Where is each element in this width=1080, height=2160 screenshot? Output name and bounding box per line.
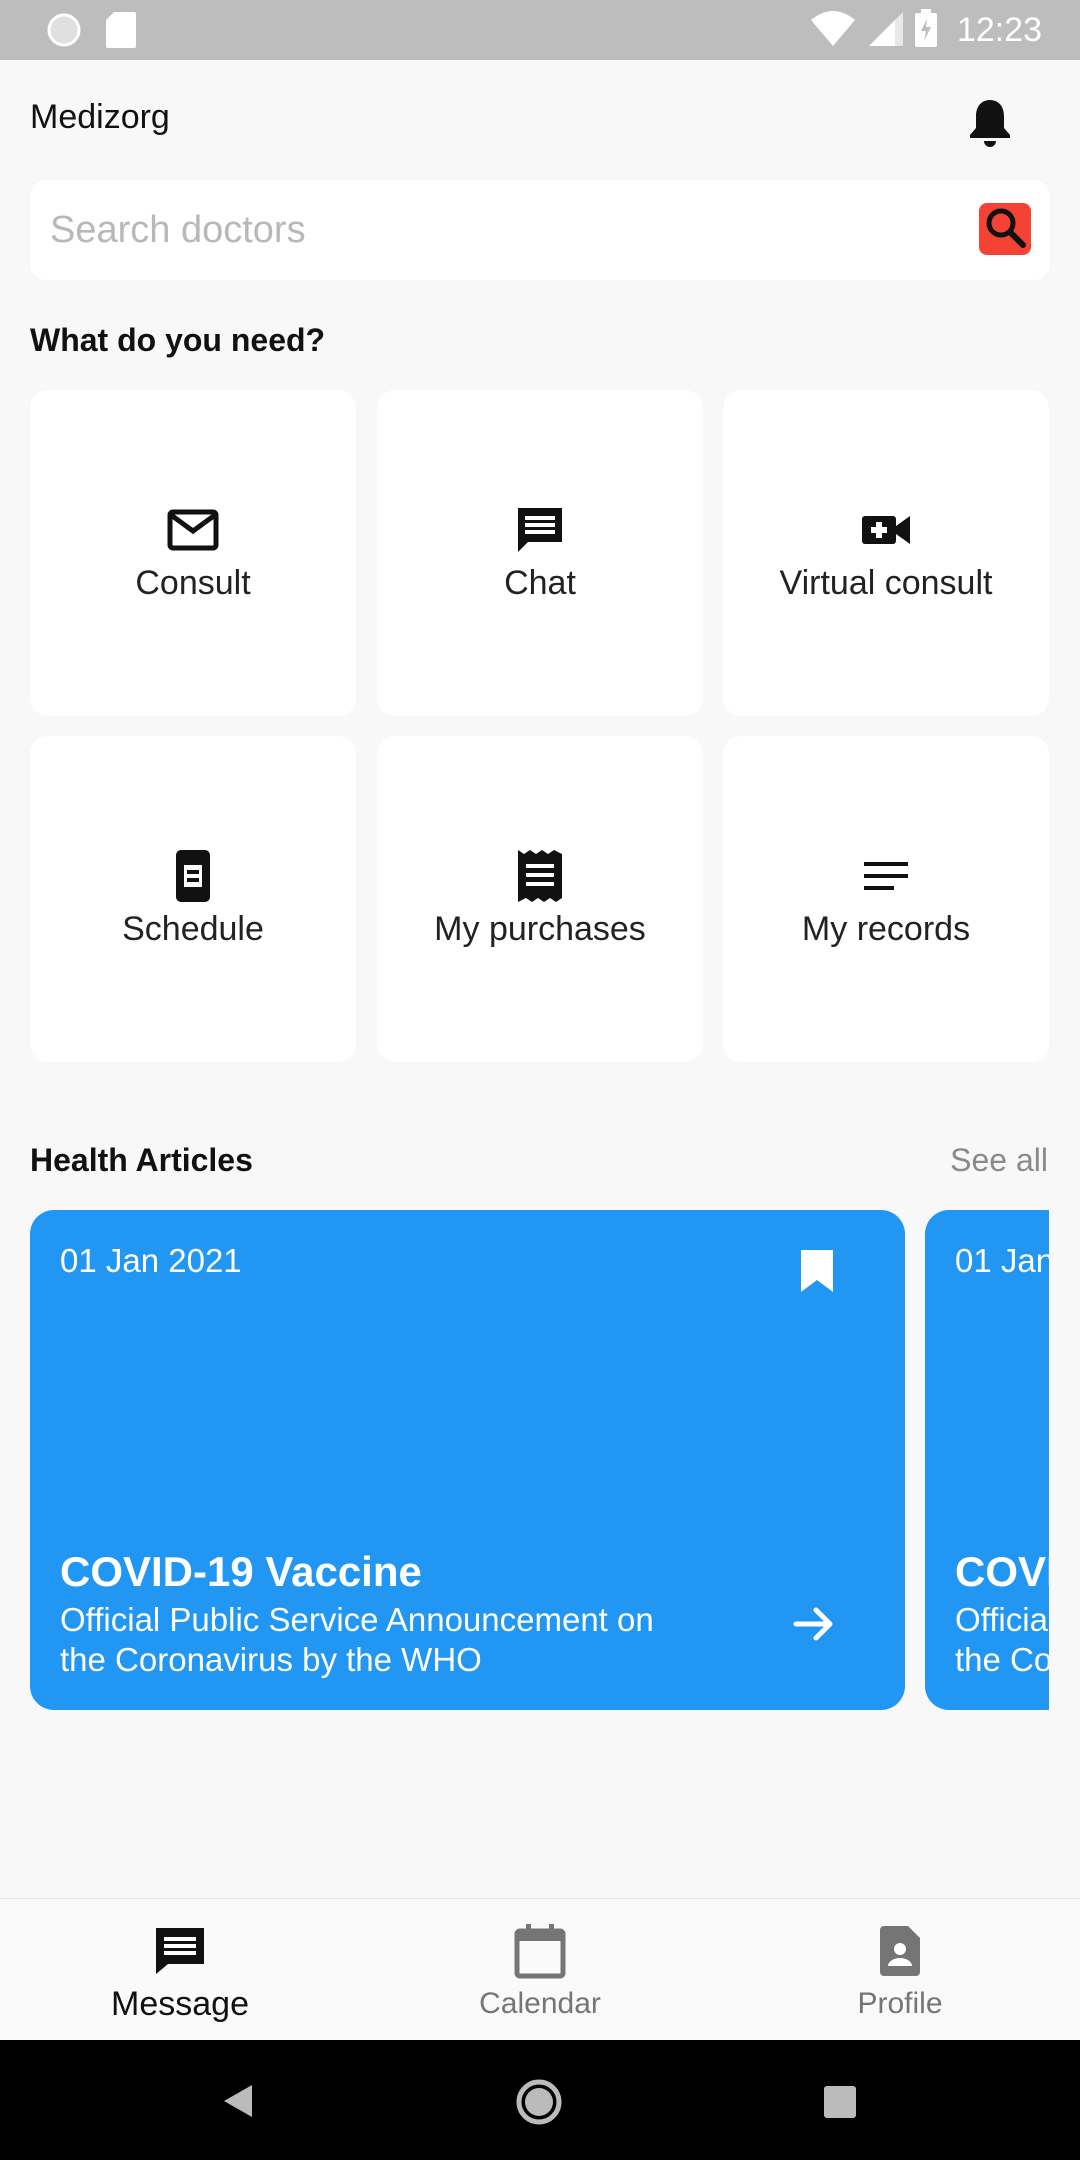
article-card[interactable]: 01 Jan 2021 COVID-19 Vaccine Official Pu…: [30, 1210, 905, 1710]
nav-item-calendar[interactable]: Calendar: [360, 1899, 720, 2041]
article-title: COVID-19 Vaccine: [60, 1548, 422, 1595]
schedule-tile[interactable]: Schedule: [30, 736, 356, 1062]
list-lines-icon: [858, 850, 914, 902]
mail-icon: [165, 504, 221, 556]
home-icon[interactable]: [515, 2078, 563, 2131]
articles-section-title: Health Articles: [30, 1142, 253, 1178]
article-date: 01 Jan 2021: [60, 1242, 242, 1279]
tile-label: Chat: [504, 563, 576, 602]
my-records-tile[interactable]: My records: [723, 736, 1049, 1062]
cell-signal-icon: [867, 10, 903, 51]
battery-charging-icon: [914, 9, 937, 52]
wifi-icon: [810, 10, 855, 51]
tile-label: My purchases: [434, 909, 646, 948]
article-card[interactable]: 01 Jan 2021 COVID-19 Vaccine Official Pu…: [925, 1210, 1049, 1710]
needs-section-title: What do you need?: [30, 322, 326, 358]
back-icon[interactable]: [222, 2083, 254, 2124]
receipt-icon: [512, 849, 568, 902]
nav-item-message[interactable]: Message: [0, 1899, 360, 2041]
my-purchases-tile[interactable]: My purchases: [377, 736, 703, 1062]
message-icon: [154, 1923, 206, 1979]
nav-item-profile[interactable]: Profile: [720, 1899, 1080, 2041]
virtual-consult-tile[interactable]: Virtual consult: [723, 390, 1049, 716]
bottom-navigation: Message Calendar Profile: [0, 1898, 1080, 2040]
article-card-peek[interactable]: 01 Jan 2021 COVID-19 Vaccine Official Pu…: [925, 1210, 1049, 1710]
status-time: 12:23: [956, 11, 1042, 49]
profile-icon: [878, 1923, 922, 1979]
notification-bell-icon[interactable]: [966, 96, 1014, 148]
system-navigation-bar: [0, 2040, 1080, 2160]
phone-schedule-icon: [165, 849, 221, 902]
search-bar: [30, 180, 1050, 280]
article-title: COVID-19 Vaccine: [955, 1548, 1049, 1595]
article-description: Official Public Service Announcement on …: [955, 1601, 1049, 1678]
tile-label: Virtual consult: [779, 563, 993, 602]
tile-label: My records: [801, 909, 971, 948]
sd-card-icon: [106, 12, 136, 53]
search-icon: [983, 205, 1027, 254]
status-bar: 12:23: [0, 0, 1080, 60]
nav-label: Profile: [857, 1987, 943, 2020]
search-input[interactable]: [50, 180, 970, 280]
app-title: Medizorg: [30, 98, 170, 136]
article-description: Official Public Service Announcement on …: [60, 1601, 654, 1678]
nav-label: Calendar: [479, 1987, 601, 2020]
consult-tile[interactable]: Consult: [30, 390, 356, 716]
see-all-link[interactable]: See all: [950, 1142, 1048, 1179]
calendar-icon: [514, 1923, 566, 1979]
article-date: 01 Jan 2021: [955, 1242, 1049, 1279]
video-call-icon: [858, 504, 914, 556]
tile-label: Consult: [135, 563, 251, 602]
chat-tile[interactable]: Chat: [377, 390, 703, 716]
bookmark-icon[interactable]: [797, 1248, 837, 1299]
recents-icon[interactable]: [824, 2086, 856, 2123]
loading-circle-icon: [46, 12, 82, 53]
tile-label: Schedule: [122, 909, 264, 948]
search-button[interactable]: [979, 203, 1031, 255]
chat-icon: [512, 504, 568, 556]
arrow-right-icon[interactable]: [790, 1600, 838, 1653]
nav-label: Message: [111, 1985, 249, 2023]
